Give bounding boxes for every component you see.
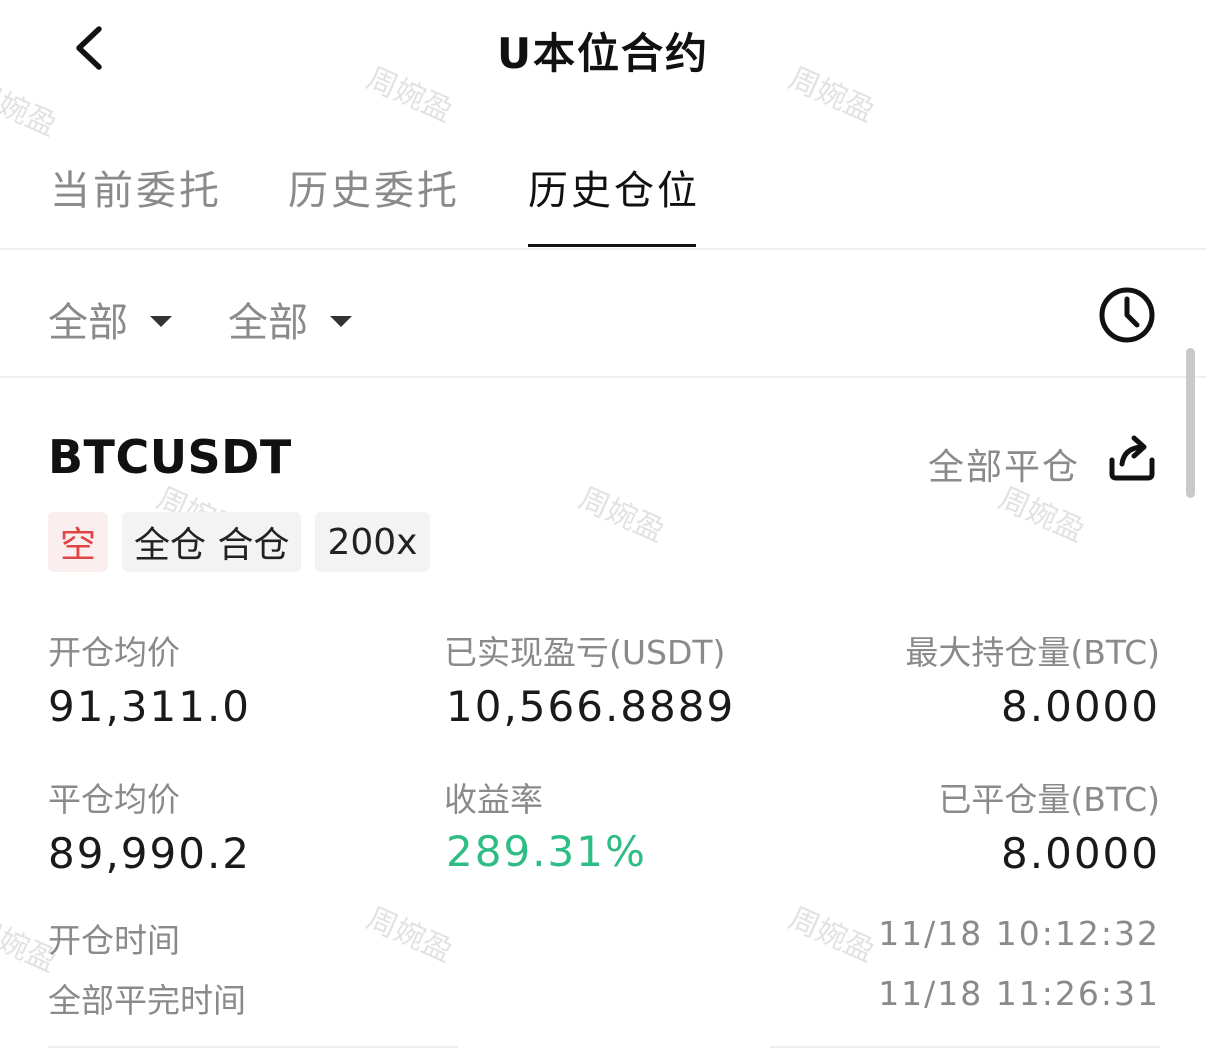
realized-pnl-label: 已实现盈亏(USDT) [444,633,726,672]
watermark: 周婉盈 [783,900,880,970]
watermark: 周婉盈 [573,480,670,550]
filter-dropdown-1[interactable]: 全部 [48,290,172,348]
tab-position-history[interactable]: 历史仓位 [528,158,700,216]
share-button[interactable] [1102,430,1162,486]
close-avg-price-value: 89,990.2 [48,829,252,878]
leverage-badge: 200x [315,512,430,572]
max-position-label: 最大持仓量(BTC) [905,633,1160,672]
filter-label: 全部 [48,300,128,346]
roi-value: 289.31% [446,827,647,876]
scrollbar[interactable] [1186,348,1195,498]
divider [48,1046,458,1048]
caret-down-icon [150,315,172,327]
position-tags: 空 全仓 合仓 200x [48,512,430,572]
tab-bar: 当前委托 历史委托 历史仓位 [0,140,1206,250]
watermark: 周婉盈 [361,900,458,970]
screen: 周婉盈 周婉盈 周婉盈 周婉盈 周婉盈 周婉盈 周婉盈 周婉盈 周婉盈 U本位合… [0,0,1206,1050]
tab-current-orders[interactable]: 当前委托 [50,158,222,216]
tab-order-history[interactable]: 历史委托 [288,158,460,216]
closed-amount-label: 已平仓量(BTC) [938,780,1160,819]
header: U本位合约 [0,0,1206,110]
closed-amount-value: 8.0000 [1001,829,1160,878]
active-tab-indicator [528,244,696,247]
history-time-button[interactable] [1096,284,1158,346]
max-position-value: 8.0000 [1001,682,1160,731]
close-time-value: 11/18 11:26:31 [878,974,1160,1013]
position-symbol: BTCUSDT [48,430,292,484]
open-avg-price-value: 91,311.0 [48,682,252,731]
close-time-label: 全部平完时间 [48,981,246,1020]
open-avg-price-label: 开仓均价 [48,633,180,672]
realized-pnl-value: 10,566.8889 [446,682,736,731]
open-time-value: 11/18 10:12:32 [878,914,1160,953]
filter-bar: 全部 全部 [0,250,1206,378]
divider [770,1046,1160,1048]
close-avg-price-label: 平仓均价 [48,780,180,819]
close-all-button[interactable]: 全部平仓 [928,438,1080,490]
page-title: U本位合约 [496,29,710,78]
clock-icon [1099,287,1155,343]
share-icon [1109,435,1155,481]
side-badge: 空 [48,512,109,572]
filter-label: 全部 [228,300,308,346]
roi-label: 收益率 [444,780,543,819]
caret-down-icon [330,315,352,327]
margin-mode-badge: 全仓 合仓 [122,512,302,572]
open-time-label: 开仓时间 [48,921,180,960]
filter-dropdown-2[interactable]: 全部 [228,290,352,348]
